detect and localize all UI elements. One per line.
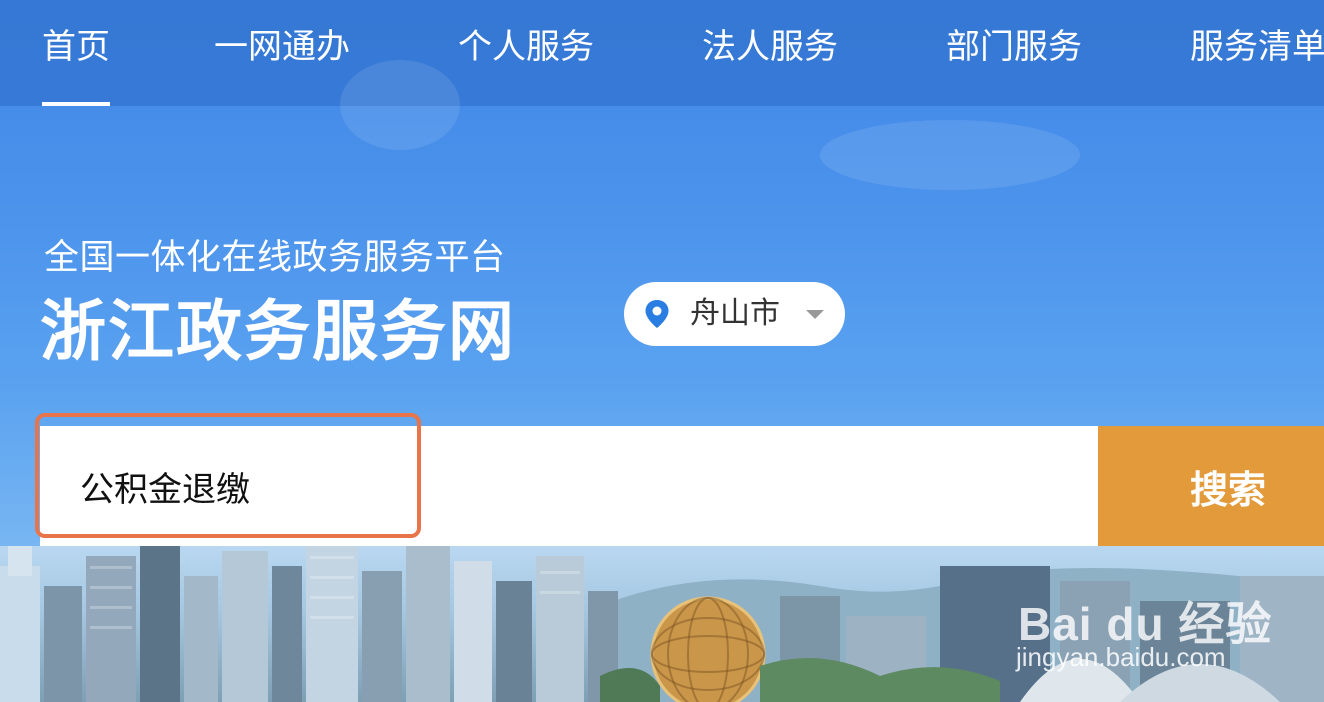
search-input[interactable]: [40, 426, 1098, 546]
nav-item-home[interactable]: 首页: [42, 24, 110, 106]
nav-item-one-stop[interactable]: 一网通办: [214, 24, 350, 70]
caret-down-icon: [806, 310, 824, 319]
search-box: [40, 426, 1098, 546]
location-pin-icon: [645, 300, 669, 328]
search-button[interactable]: 搜索: [1098, 426, 1324, 546]
nav-item-department[interactable]: 部门服务: [946, 24, 1082, 70]
platform-subtitle: 全国一体化在线政务服务平台: [44, 238, 506, 278]
background-cloud: [820, 120, 1080, 190]
skyline-graphic: [0, 546, 1324, 702]
city-skyline-image: [0, 546, 1324, 702]
nav-item-personal[interactable]: 个人服务: [458, 24, 594, 70]
nav-item-service-list[interactable]: 服务清单: [1190, 24, 1324, 70]
site-title: 浙江政务服务网: [40, 293, 516, 370]
background-cloud: [340, 60, 460, 150]
nav-item-legal-person[interactable]: 法人服务: [702, 24, 838, 70]
top-nav: 首页 一网通办 个人服务 法人服务 部门服务 服务清单: [0, 0, 1324, 106]
city-name: 舟山市: [690, 296, 780, 331]
city-selector[interactable]: 舟山市: [624, 282, 845, 346]
